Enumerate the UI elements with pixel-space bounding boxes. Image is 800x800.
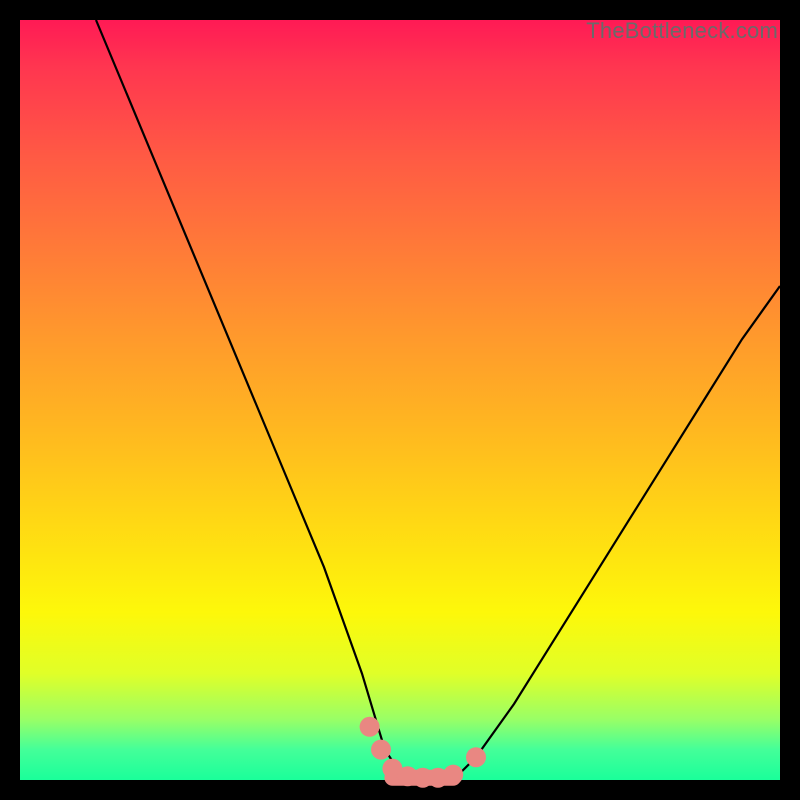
marker-dot — [360, 717, 380, 737]
plot-area — [20, 20, 780, 780]
bottleneck-curve-group — [96, 20, 780, 780]
chart-frame: TheBottleneck.com — [0, 0, 800, 800]
watermark-text: TheBottleneck.com — [586, 18, 778, 44]
marker-cluster — [360, 717, 486, 788]
marker-dot — [371, 740, 391, 760]
marker-dot — [466, 747, 486, 767]
chart-svg — [20, 20, 780, 780]
marker-dot — [443, 765, 463, 785]
bottleneck-curve — [96, 20, 780, 780]
